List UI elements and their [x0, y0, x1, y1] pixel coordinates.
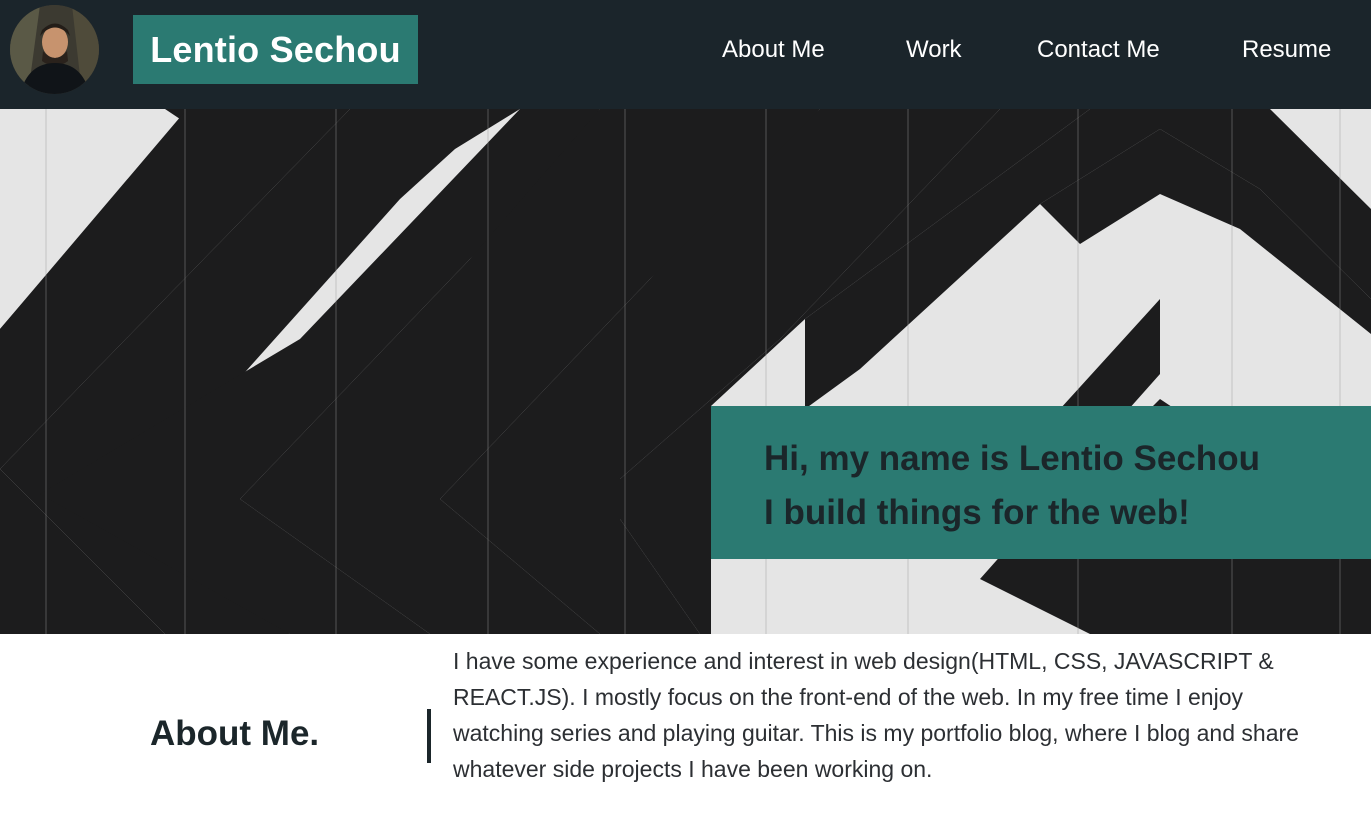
- about-divider: [427, 709, 431, 763]
- hero-tagline: I build things for the web!: [764, 493, 1190, 532]
- hero-greeting: Hi, my name is Lentio Sechou: [764, 439, 1260, 478]
- about-title: About Me.: [150, 714, 320, 753]
- site-brand[interactable]: Lentio Sechou: [133, 15, 418, 84]
- about-description: I have some experience and interest in w…: [453, 648, 1299, 782]
- hero-intro-card: Hi, my name is Lentio Sechou I build thi…: [711, 406, 1371, 559]
- hero-banner: Hi, my name is Lentio Sechou I build thi…: [0, 109, 1371, 634]
- top-navbar: Lentio Sechou About Me Work Contact Me R…: [0, 0, 1371, 109]
- nav-about-me[interactable]: About Me: [722, 34, 825, 66]
- profile-photo-icon: [10, 5, 99, 94]
- nav-resume[interactable]: Resume: [1242, 34, 1331, 66]
- avatar[interactable]: [10, 5, 99, 94]
- nav-work[interactable]: Work: [906, 34, 962, 66]
- nav-contact-me[interactable]: Contact Me: [1037, 34, 1160, 66]
